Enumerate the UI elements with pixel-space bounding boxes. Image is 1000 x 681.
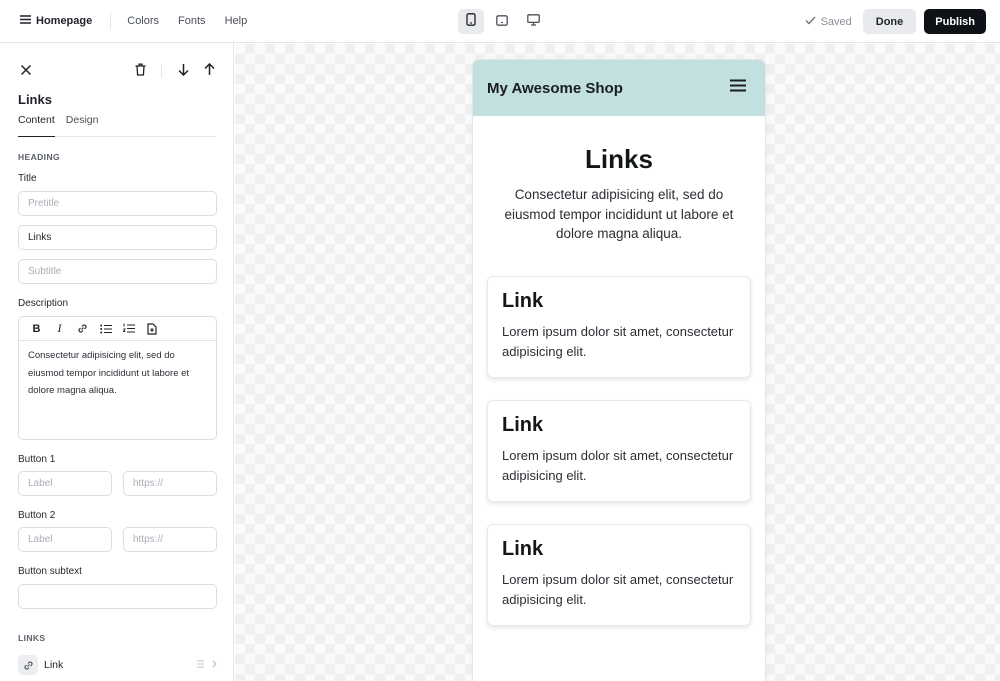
sidebar-tabs: Content Design	[18, 114, 216, 137]
page-menu-button[interactable]: Homepage	[20, 15, 92, 27]
site-header[interactable]: My Awesome Shop	[473, 60, 765, 116]
title-label: Title	[18, 173, 37, 184]
editor-toolbar: B I	[19, 317, 216, 341]
button2-label: Button 2	[18, 510, 56, 521]
link-card-text: Lorem ipsum dolor sit amet, consectetur …	[502, 572, 734, 607]
links-list-item[interactable]: Link	[18, 654, 217, 676]
desktop-icon	[526, 13, 540, 31]
saved-label: Saved	[820, 15, 852, 28]
section-heading[interactable]: Links	[473, 144, 765, 175]
button1-label-input[interactable]: Label	[18, 471, 112, 496]
link-card-title: Link	[502, 290, 544, 312]
hamburger-icon	[20, 15, 31, 27]
mobile-preview-frame: My Awesome Shop Links Consectetur adipis…	[473, 60, 765, 681]
bold-icon[interactable]: B	[29, 321, 44, 336]
pretitle-input[interactable]: Pretitle	[18, 191, 217, 216]
mobile-icon	[466, 12, 476, 31]
description-text[interactable]: Consectetur adipisicing elit, sed do eiu…	[19, 341, 216, 406]
section-heading-label: HEADING	[18, 152, 60, 162]
link-card-title: Link	[502, 538, 544, 560]
desktop-view-button[interactable]	[520, 9, 546, 34]
tablet-icon	[496, 13, 508, 31]
section-links-label: LINKS	[18, 633, 46, 643]
link-item-label: Link	[44, 659, 64, 671]
subtitle-input[interactable]: Subtitle	[18, 259, 217, 284]
check-icon	[805, 16, 816, 28]
trash-icon[interactable]	[135, 63, 146, 81]
link-icon[interactable]	[75, 321, 90, 336]
button-subtext-input[interactable]	[18, 584, 217, 609]
link-item-actions	[197, 660, 217, 671]
description-editor: B I Consectetur adipisicing elit, sed do…	[18, 316, 217, 440]
save-status: Saved	[805, 16, 852, 28]
close-icon[interactable]	[20, 63, 32, 81]
block-title: Links	[18, 92, 52, 107]
button1-label: Button 1	[18, 454, 56, 465]
mobile-view-button[interactable]	[458, 9, 484, 34]
sidebar-toolbar	[18, 62, 218, 81]
chevron-right-icon[interactable]	[212, 660, 217, 671]
done-button[interactable]: Done	[862, 9, 917, 34]
arrow-down-icon[interactable]	[178, 63, 189, 81]
link-card[interactable]: Link Lorem ipsum dolor sit amet, consect…	[487, 524, 751, 626]
nav-help[interactable]: Help	[225, 15, 248, 27]
numbered-list-icon[interactable]	[121, 321, 136, 336]
link-card-text: Lorem ipsum dolor sit amet, consectetur …	[502, 448, 734, 483]
tab-content[interactable]: Content	[18, 114, 55, 137]
toolbar-divider	[161, 64, 162, 78]
section-description[interactable]: Consectetur adipisicing elit, sed do eiu…	[489, 185, 749, 244]
italic-icon[interactable]: I	[52, 321, 67, 336]
title-input[interactable]: Links	[18, 225, 217, 250]
link-item-icon	[18, 655, 38, 675]
bullet-list-icon[interactable]	[98, 321, 113, 336]
link-card[interactable]: Link Lorem ipsum dolor sit amet, consect…	[487, 276, 751, 378]
divider	[110, 13, 112, 29]
drag-handle-icon[interactable]	[197, 660, 204, 671]
link-card-text: Lorem ipsum dolor sit amet, consectetur …	[502, 324, 734, 359]
tab-design[interactable]: Design	[66, 114, 99, 137]
preview-canvas: My Awesome Shop Links Consectetur adipis…	[235, 44, 1000, 681]
button-subtext-label: Button subtext	[18, 566, 82, 577]
link-card-title: Link	[502, 414, 544, 436]
site-logo[interactable]: My Awesome Shop	[487, 80, 623, 97]
button2-label-input[interactable]: Label	[18, 527, 112, 552]
nav-fonts[interactable]: Fonts	[178, 15, 206, 27]
page-menu-label: Homepage	[36, 15, 93, 27]
description-label: Description	[18, 298, 69, 309]
button1-url-input[interactable]: https://	[123, 471, 217, 496]
button2-url-input[interactable]: https://	[123, 527, 217, 552]
device-switcher	[458, 9, 546, 34]
top-bar: Homepage Colors Fonts Help Saved Done Pu…	[0, 0, 1000, 43]
link-card[interactable]: Link Lorem ipsum dolor sit amet, consect…	[487, 400, 751, 502]
tablet-view-button[interactable]	[489, 9, 515, 34]
arrow-up-icon[interactable]	[204, 62, 215, 81]
insert-file-icon[interactable]	[144, 321, 159, 336]
settings-sidebar: Links Content Design HEADING Title Preti…	[0, 43, 234, 681]
publish-button[interactable]: Publish	[924, 9, 986, 34]
menu-icon[interactable]	[730, 79, 746, 97]
nav-colors[interactable]: Colors	[127, 15, 159, 27]
